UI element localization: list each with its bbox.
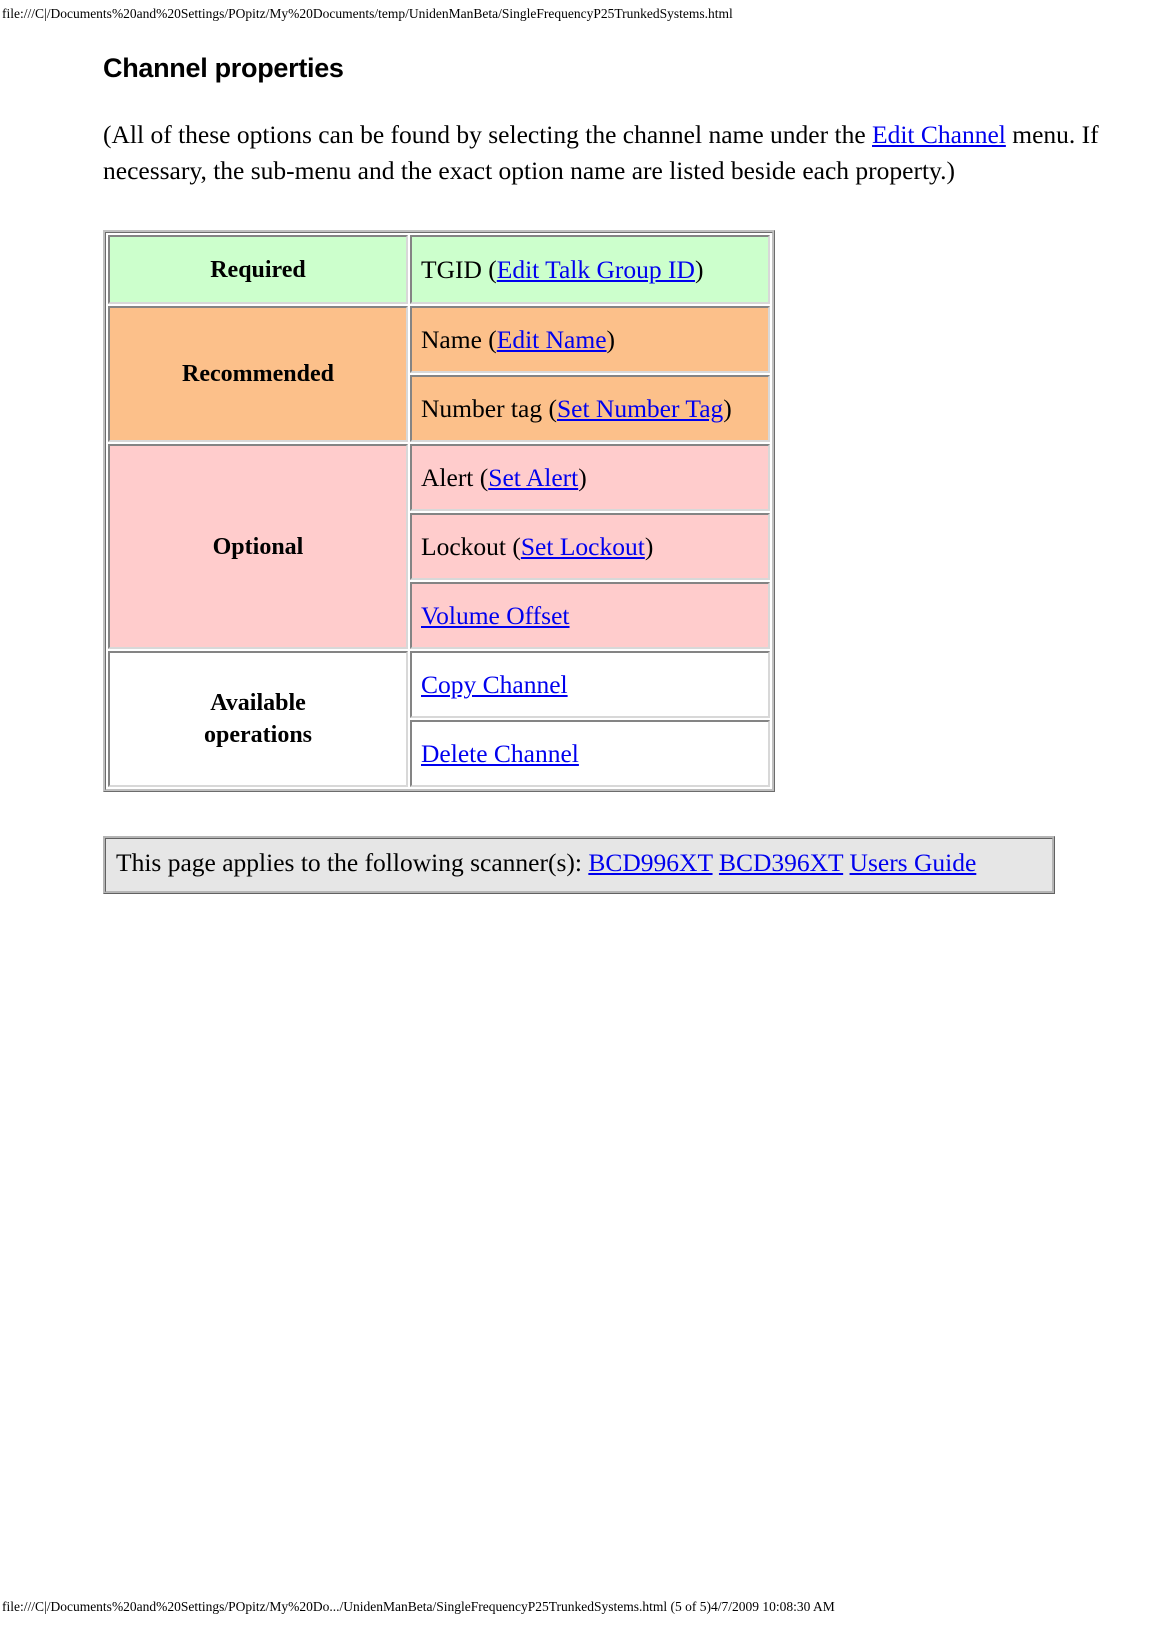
volume-offset-link[interactable]: Volume Offset bbox=[421, 601, 570, 630]
category-cell-recommended: Recommended bbox=[108, 306, 408, 442]
users-guide-link[interactable]: Users Guide bbox=[850, 848, 977, 877]
edit-channel-link[interactable]: Edit Channel bbox=[872, 120, 1006, 149]
tgid-text-suffix: ) bbox=[694, 255, 704, 284]
channel-properties-table: Required TGID (Edit Talk Group ID) Recom… bbox=[103, 230, 775, 792]
intro-paragraph: (All of these options can be found by se… bbox=[103, 117, 1113, 189]
table-row: Available operations Copy Channel bbox=[108, 651, 770, 787]
category-cell-required: Required bbox=[108, 235, 408, 304]
table-row: Required TGID (Edit Talk Group ID) bbox=[108, 235, 770, 304]
value-cell-alert: Alert (Set Alert) bbox=[410, 444, 770, 511]
name-text-prefix: Name ( bbox=[421, 325, 497, 354]
value-cell-tgid: TGID (Edit Talk Group ID) bbox=[410, 235, 770, 304]
value-cell-lockout: Lockout (Set Lockout) bbox=[410, 513, 770, 580]
set-lockout-link[interactable]: Set Lockout bbox=[521, 532, 645, 561]
value-cell-number-tag: Number tag (Set Number Tag) bbox=[410, 375, 770, 442]
lockout-text-prefix: Lockout ( bbox=[421, 532, 521, 561]
intro-text-before: (All of these options can be found by se… bbox=[103, 120, 873, 149]
value-cell-volume-offset: Volume Offset bbox=[410, 582, 770, 649]
value-cell-name: Name (Edit Name) bbox=[410, 306, 770, 373]
browser-print-footer-url: file:///C|/Documents%20and%20Settings/PO… bbox=[2, 1599, 835, 1614]
browser-print-header-url: file:///C|/Documents%20and%20Settings/PO… bbox=[2, 6, 733, 21]
set-alert-link[interactable]: Set Alert bbox=[488, 463, 578, 492]
category-cell-available-operations: Available operations bbox=[108, 651, 408, 787]
lockout-text-suffix: ) bbox=[644, 532, 654, 561]
set-number-tag-link[interactable]: Set Number Tag bbox=[557, 394, 723, 423]
value-cell-copy-channel: Copy Channel bbox=[410, 651, 770, 718]
page-content: Channel properties (All of these options… bbox=[103, 48, 1113, 894]
edit-name-link[interactable]: Edit Name bbox=[497, 325, 607, 354]
page-title: Channel properties bbox=[103, 53, 344, 83]
alert-text-suffix: ) bbox=[578, 463, 587, 492]
number-tag-text-prefix: Number tag ( bbox=[421, 394, 557, 423]
alert-text-prefix: Alert ( bbox=[421, 463, 489, 492]
bcd996xt-link[interactable]: BCD996XT bbox=[588, 848, 712, 877]
table-row: Optional Alert (Set Alert) bbox=[108, 444, 770, 649]
applies-to-text: This page applies to the following scann… bbox=[116, 848, 589, 877]
table-row: Recommended Name (Edit Name) bbox=[108, 306, 770, 442]
name-text-suffix: ) bbox=[606, 325, 616, 354]
value-cell-delete-channel: Delete Channel bbox=[410, 720, 770, 787]
bcd396xt-link[interactable]: BCD396XT bbox=[719, 848, 843, 877]
tgid-text-prefix: TGID ( bbox=[421, 255, 497, 284]
number-tag-text-suffix: ) bbox=[723, 394, 732, 423]
channel-properties-table-wrapper: Required TGID (Edit Talk Group ID) Recom… bbox=[103, 230, 1113, 792]
category-cell-optional: Optional bbox=[108, 444, 408, 649]
available-operations-label-line1: Available bbox=[210, 690, 306, 716]
edit-talk-group-id-link[interactable]: Edit Talk Group ID bbox=[497, 255, 695, 284]
delete-channel-link[interactable]: Delete Channel bbox=[421, 739, 579, 768]
copy-channel-link[interactable]: Copy Channel bbox=[421, 670, 568, 699]
applies-to-note: This page applies to the following scann… bbox=[103, 836, 1055, 894]
available-operations-label-line2: operations bbox=[204, 722, 312, 748]
